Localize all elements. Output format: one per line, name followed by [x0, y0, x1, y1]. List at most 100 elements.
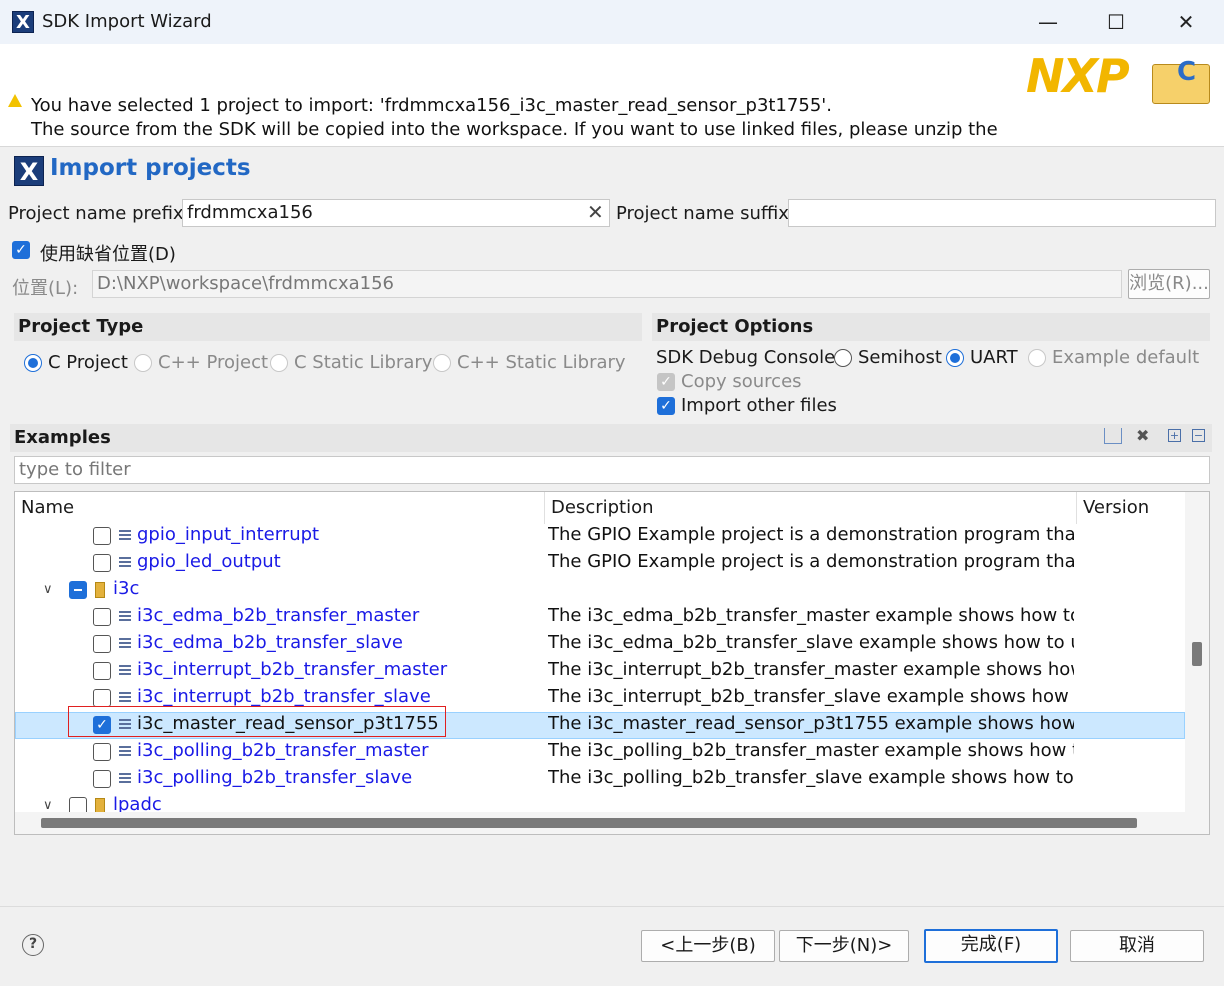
row-checkbox[interactable]: [93, 770, 111, 788]
row-checkbox[interactable]: [93, 662, 111, 680]
wizard-header: You have selected 1 project to import: '…: [0, 44, 1224, 147]
table-row[interactable]: i3c_edma_b2b_transfer_master The i3c_edm…: [15, 604, 1185, 631]
warning-icon: [8, 94, 22, 107]
example-description: The i3c_interrupt_b2b_transfer_slave exa…: [548, 686, 1074, 707]
window-title: SDK Import Wizard: [42, 11, 212, 32]
project-type-header: Project Type: [14, 313, 642, 341]
prefix-input[interactable]: frdmmcxa156: [182, 199, 610, 227]
uart-radio[interactable]: [946, 349, 964, 367]
horizontal-scroll-thumb[interactable]: [41, 818, 1137, 828]
table-row[interactable]: i3c_polling_b2b_transfer_master The i3c_…: [15, 739, 1185, 766]
c-project-label: C Project: [48, 352, 128, 373]
example-name: i3c_edma_b2b_transfer_master: [137, 605, 420, 626]
examples-tree: Name Description Version gpio_input_inte…: [14, 491, 1210, 835]
c-static-library-radio[interactable]: [270, 354, 288, 372]
example-description: The GPIO Example project is a demonstrat…: [548, 524, 1074, 545]
collapse-chevron-icon[interactable]: ∨: [43, 582, 53, 597]
help-icon[interactable]: ?: [22, 934, 44, 956]
clear-selection-icon[interactable]: ✖: [1136, 426, 1149, 445]
location-label: 位置(L):: [12, 278, 79, 299]
warning-message-line1: You have selected 1 project to import: '…: [31, 95, 832, 116]
footer-divider: [0, 906, 1224, 907]
project-file-icon: [119, 609, 131, 623]
group-row-lpadc[interactable]: ∨ lpadc: [15, 793, 1185, 813]
collapse-chevron-icon[interactable]: ∨: [43, 798, 53, 813]
horizontal-scrollbar[interactable]: [15, 812, 1209, 834]
title-bar: X SDK Import Wizard — ☐ ✕: [0, 0, 1224, 44]
expand-all-icon[interactable]: +: [1168, 429, 1181, 442]
example-default-radio[interactable]: [1028, 349, 1046, 367]
project-file-icon: [119, 555, 131, 569]
vertical-scrollbar[interactable]: [1185, 492, 1209, 812]
suffix-input[interactable]: [788, 199, 1216, 227]
group-checkbox[interactable]: [69, 797, 87, 813]
example-name: gpio_input_interrupt: [137, 524, 320, 545]
table-row[interactable]: gpio_led_output The GPIO Example project…: [15, 550, 1185, 577]
example-name: i3c_interrupt_b2b_transfer_slave: [137, 686, 431, 707]
next-button[interactable]: 下一步(N)>: [779, 930, 909, 962]
nxp-logo: NXP: [1026, 49, 1130, 103]
close-button[interactable]: ✕: [1156, 0, 1216, 44]
clear-prefix-icon[interactable]: ✕: [587, 200, 604, 224]
minimize-button[interactable]: —: [1018, 0, 1078, 44]
debug-console-label: SDK Debug Console: [656, 347, 836, 368]
page-title: Import projects: [50, 155, 251, 181]
row-checkbox[interactable]: [93, 635, 111, 653]
row-checkbox[interactable]: [93, 527, 111, 545]
row-checkbox[interactable]: [93, 608, 111, 626]
project-file-icon: [119, 636, 131, 650]
location-input[interactable]: D:\NXP\workspace\frdmmcxa156: [92, 270, 1122, 298]
row-checkbox[interactable]: [93, 689, 111, 707]
c-project-radio[interactable]: [24, 354, 42, 372]
import-other-files-checkbox[interactable]: ✓: [657, 397, 675, 415]
import-other-files-label: Import other files: [681, 395, 837, 416]
group-checkbox[interactable]: [69, 581, 87, 599]
row-checkbox[interactable]: [93, 554, 111, 572]
examples-header: Examples: [10, 424, 1212, 452]
example-description: The i3c_polling_b2b_transfer_slave examp…: [548, 767, 1074, 788]
vertical-scroll-thumb[interactable]: [1192, 642, 1202, 666]
import-projects-icon: X: [14, 156, 44, 186]
folder-c-icon: C: [1152, 57, 1210, 104]
row-checkbox[interactable]: [93, 743, 111, 761]
warning-message-line2: The source from the SDK will be copied i…: [31, 119, 998, 140]
example-name: gpio_led_output: [137, 551, 281, 572]
column-version[interactable]: Version: [1077, 492, 1185, 524]
example-default-label: Example default: [1052, 347, 1200, 368]
example-description: The i3c_interrupt_b2b_transfer_master ex…: [548, 659, 1074, 680]
cpp-static-library-label: C++ Static Library: [457, 352, 626, 373]
semihost-label: Semihost: [858, 347, 942, 368]
cpp-project-label: C++ Project: [158, 352, 269, 373]
app-icon: X: [12, 11, 34, 33]
table-row[interactable]: gpio_input_interrupt The GPIO Example pr…: [15, 523, 1185, 550]
copy-sources-checkbox[interactable]: ✓: [657, 373, 675, 391]
table-row[interactable]: i3c_polling_b2b_transfer_slave The i3c_p…: [15, 766, 1185, 793]
table-row[interactable]: i3c_edma_b2b_transfer_slave The i3c_edma…: [15, 631, 1185, 658]
project-file-icon: [119, 663, 131, 677]
c-static-library-label: C Static Library: [294, 352, 433, 373]
default-location-checkbox[interactable]: ✓: [12, 241, 30, 259]
column-name[interactable]: Name: [15, 492, 545, 524]
folder-icon: [95, 582, 105, 598]
cancel-button[interactable]: 取消: [1070, 930, 1204, 962]
cpp-project-radio[interactable]: [134, 354, 152, 372]
project-file-icon: [119, 528, 131, 542]
cpp-static-library-radio[interactable]: [433, 354, 451, 372]
project-options-header: Project Options: [652, 313, 1210, 341]
semihost-radio[interactable]: [834, 349, 852, 367]
group-row-i3c[interactable]: ∨ i3c: [15, 577, 1185, 604]
default-location-label: 使用缺省位置(D): [40, 244, 176, 265]
finish-button[interactable]: 完成(F): [924, 929, 1058, 963]
column-description[interactable]: Description: [545, 492, 1077, 524]
example-name: i3c_edma_b2b_transfer_slave: [137, 632, 403, 653]
maximize-button[interactable]: ☐: [1086, 0, 1146, 44]
browse-button[interactable]: 浏览(R)...: [1128, 269, 1210, 299]
example-description: The i3c_edma_b2b_transfer_master example…: [548, 605, 1074, 626]
table-row[interactable]: i3c_interrupt_b2b_transfer_master The i3…: [15, 658, 1185, 685]
example-name: i3c_polling_b2b_transfer_master: [137, 740, 429, 761]
example-description: The i3c_master_read_sensor_p3t1755 examp…: [548, 713, 1074, 734]
back-button[interactable]: <上一步(B): [641, 930, 775, 962]
collapse-all-icon[interactable]: −: [1192, 429, 1205, 442]
filter-input[interactable]: type to filter: [14, 456, 1210, 484]
import-icon[interactable]: [1104, 428, 1122, 444]
